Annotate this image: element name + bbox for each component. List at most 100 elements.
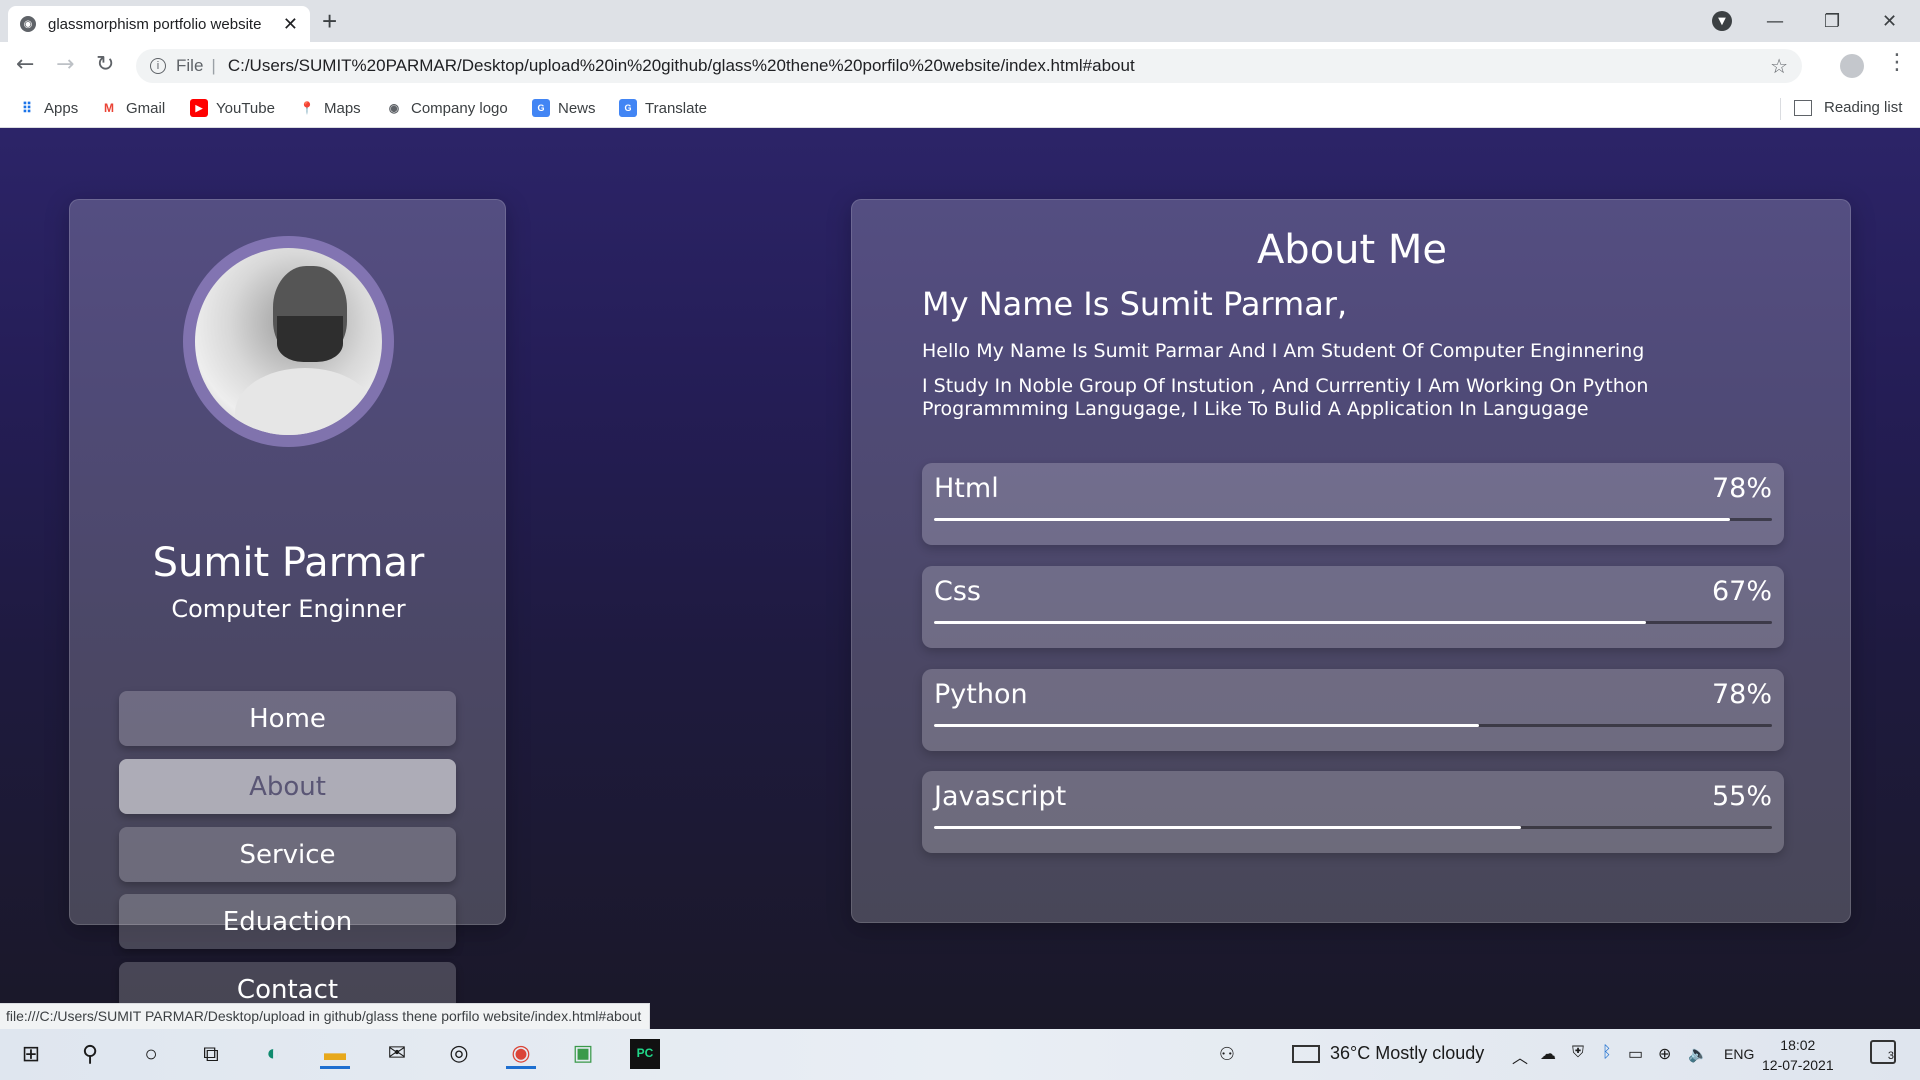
browser-tab-strip: ◉ glassmorphism portfolio website ✕ + ▼ … xyxy=(0,0,1920,42)
page-viewport: Sumit Parmar Computer Enginner Home Abou… xyxy=(0,128,1920,1029)
about-title: About Me xyxy=(1256,227,1448,273)
bookmark-company-logo[interactable]: ◉ Company logo xyxy=(385,99,508,117)
file-explorer-icon[interactable]: ▬ xyxy=(320,1039,350,1069)
skill-fill xyxy=(934,724,1479,727)
bookmark-label: Apps xyxy=(44,99,79,117)
bookmarks-bar: ⠿ Apps M Gmail ▶ YouTube 📍 Maps ◉ Compan… xyxy=(0,90,1920,128)
weather-widget[interactable]: 36°C Mostly cloudy xyxy=(1292,1043,1484,1064)
avatar xyxy=(195,248,382,435)
apps-grid-icon: ⠿ xyxy=(21,99,33,116)
profile-card: Sumit Parmar Computer Enginner Home Abou… xyxy=(69,199,506,1017)
reload-icon[interactable]: ↻ xyxy=(96,52,114,77)
translate-icon: G xyxy=(619,99,637,117)
skill-track xyxy=(934,724,1772,727)
snipping-tool-icon[interactable]: ▣ xyxy=(568,1039,598,1069)
bookmark-label: Gmail xyxy=(126,99,166,117)
address-bar[interactable]: i File | C:/Users/SUMIT%20PARMAR/Desktop… xyxy=(136,49,1802,83)
search-icon[interactable]: ⚲ xyxy=(75,1039,105,1069)
task-view-icon[interactable]: ⧉ xyxy=(196,1039,226,1069)
mail-icon[interactable]: ✉ xyxy=(382,1039,412,1069)
security-icon[interactable]: ⛨ xyxy=(1572,1044,1584,1062)
bookmark-translate[interactable]: G Translate xyxy=(619,99,707,117)
skill-fill xyxy=(934,518,1731,521)
edge-icon[interactable]: ◐ xyxy=(258,1039,288,1069)
windows-start-icon[interactable]: ⊞ xyxy=(16,1039,46,1069)
network-icon[interactable]: ⊕ xyxy=(1658,1044,1671,1064)
url-scheme: File xyxy=(176,56,204,75)
skill-label: Css xyxy=(934,576,981,607)
minimize-icon[interactable]: — xyxy=(1766,0,1784,42)
about-subhead: My Name Is Sumit Parmar, xyxy=(922,285,1348,323)
bookmark-apps[interactable]: ⠿ Apps xyxy=(18,99,78,117)
profile-name: Sumit Parmar xyxy=(152,540,425,586)
volume-icon[interactable]: 🔈 xyxy=(1688,1044,1708,1064)
about-paragraph-1: Hello My Name Is Sumit Parmar And I Am S… xyxy=(922,340,1645,362)
gmail-icon: M xyxy=(104,101,114,115)
pycharm-icon[interactable]: PC xyxy=(630,1039,660,1069)
clock-time: 18:02 xyxy=(1780,1037,1816,1053)
reading-list-button[interactable]: Reading list xyxy=(1794,99,1902,116)
bookmark-label: News xyxy=(558,99,596,117)
bookmark-youtube[interactable]: ▶ YouTube xyxy=(190,99,275,117)
language-indicator[interactable]: ENG xyxy=(1724,1046,1754,1062)
url-text[interactable]: C:/Users/SUMIT%20PARMAR/Desktop/upload%2… xyxy=(228,56,1135,76)
site-info-icon[interactable]: i xyxy=(150,58,166,74)
skill-label: Html xyxy=(934,473,999,504)
skill-percent: 78% xyxy=(1711,679,1772,710)
onedrive-icon[interactable]: ☁ xyxy=(1540,1044,1556,1064)
skill-track xyxy=(934,621,1772,624)
close-tab-icon[interactable]: ✕ xyxy=(283,14,298,35)
bookmark-gmail[interactable]: M Gmail xyxy=(100,99,165,117)
skill-fill xyxy=(934,621,1647,624)
back-icon[interactable]: ← xyxy=(16,52,34,77)
chrome-icon[interactable]: ◉ xyxy=(506,1039,536,1069)
tray-overflow-icon[interactable]: ︿ xyxy=(1512,1044,1528,1068)
reading-list-icon xyxy=(1794,99,1812,116)
weather-icon xyxy=(1292,1044,1320,1063)
notification-count: 3 xyxy=(1887,1050,1894,1062)
bookmark-divider xyxy=(1780,98,1781,120)
clock-date: 12-07-2021 xyxy=(1762,1057,1834,1073)
nav-education-button[interactable]: Eduaction xyxy=(119,894,456,949)
clock[interactable]: 18:02 12-07-2021 xyxy=(1762,1035,1834,1075)
bookmark-star-icon[interactable]: ☆ xyxy=(1770,54,1788,79)
weather-text: 36°C Mostly cloudy xyxy=(1330,1043,1485,1063)
nav-about-button[interactable]: About xyxy=(119,759,456,814)
skill-percent: 67% xyxy=(1711,576,1772,607)
window-close-icon[interactable]: ✕ xyxy=(1882,0,1897,42)
notification-center-icon[interactable]: 3 xyxy=(1870,1040,1896,1064)
skill-percent: 55% xyxy=(1711,781,1772,812)
skill-bar: Javascript 55% xyxy=(922,771,1784,853)
status-bar-link: file:///C:/Users/SUMIT PARMAR/Desktop/up… xyxy=(0,1003,651,1029)
bookmark-maps[interactable]: 📍 Maps xyxy=(298,99,361,117)
skill-bar: Html 78% xyxy=(922,463,1784,545)
skill-track xyxy=(934,826,1772,829)
tab-search-icon[interactable]: ▼ xyxy=(1712,11,1732,31)
media-player-icon[interactable]: ◎ xyxy=(444,1039,474,1069)
maps-icon: 📍 xyxy=(299,101,315,115)
profile-avatar-icon[interactable] xyxy=(1840,54,1864,78)
reading-list-label: Reading list xyxy=(1824,99,1903,116)
bookmark-label: Maps xyxy=(324,99,361,117)
new-tab-button[interactable]: + xyxy=(322,6,337,37)
forward-icon[interactable]: → xyxy=(56,52,74,77)
bookmark-label: Translate xyxy=(645,99,707,117)
bookmark-news[interactable]: G News xyxy=(532,99,596,117)
browser-menu-icon[interactable]: ⋮ xyxy=(1886,50,1908,75)
news-icon: G xyxy=(532,99,550,117)
browser-tab[interactable]: ◉ glassmorphism portfolio website ✕ xyxy=(8,6,310,42)
bookmark-label: Company logo xyxy=(411,99,508,117)
battery-icon[interactable]: ▭ xyxy=(1628,1044,1643,1064)
skill-label: Javascript xyxy=(934,781,1067,812)
people-icon[interactable]: ⚇ xyxy=(1212,1039,1242,1069)
nav-service-button[interactable]: Service xyxy=(119,827,456,882)
profile-role: Computer Enginner xyxy=(171,595,406,623)
cortana-icon[interactable]: ○ xyxy=(136,1039,166,1069)
skill-fill xyxy=(934,826,1521,829)
nav-home-button[interactable]: Home xyxy=(119,691,456,746)
bluetooth-icon[interactable]: ᛒ xyxy=(1602,1044,1612,1062)
avatar-ring xyxy=(183,236,394,447)
globe-icon: ◉ xyxy=(20,16,36,32)
youtube-icon: ▶ xyxy=(190,99,208,117)
restore-icon[interactable]: ❐ xyxy=(1824,0,1840,42)
